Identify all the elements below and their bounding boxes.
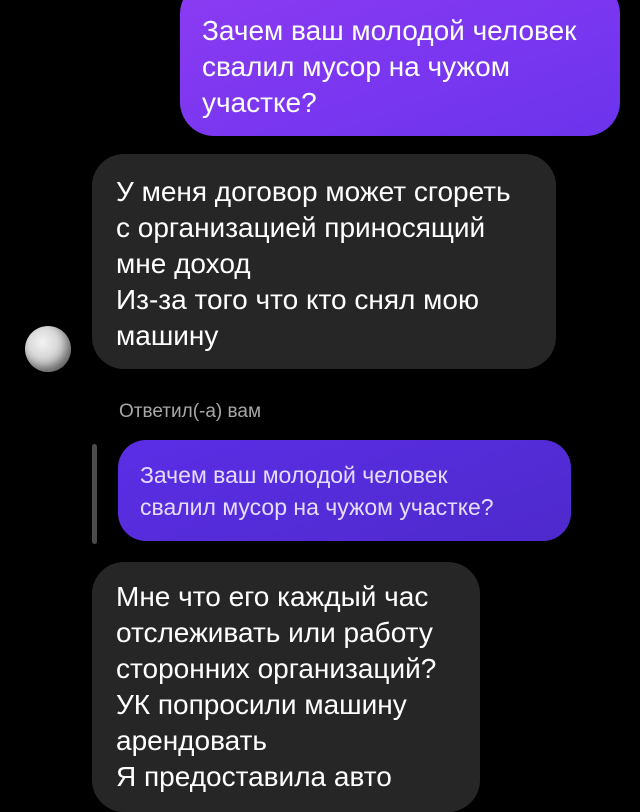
- sender-avatar[interactable]: [25, 326, 71, 372]
- quoted-message-bubble[interactable]: Зачем ваш молодой человек свалил мусор н…: [118, 440, 571, 541]
- outgoing-message-bubble[interactable]: Зачем ваш молодой человек свалил мусор н…: [180, 0, 620, 136]
- reply-indicator-bar: [92, 444, 97, 544]
- reply-label: Ответил(-а) вам: [119, 401, 262, 422]
- incoming-message-bubble-1[interactable]: У меня договор может сгореть с организац…: [92, 154, 556, 369]
- incoming-message-bubble-2[interactable]: Мне что его каждый час отслеживать или р…: [92, 562, 480, 812]
